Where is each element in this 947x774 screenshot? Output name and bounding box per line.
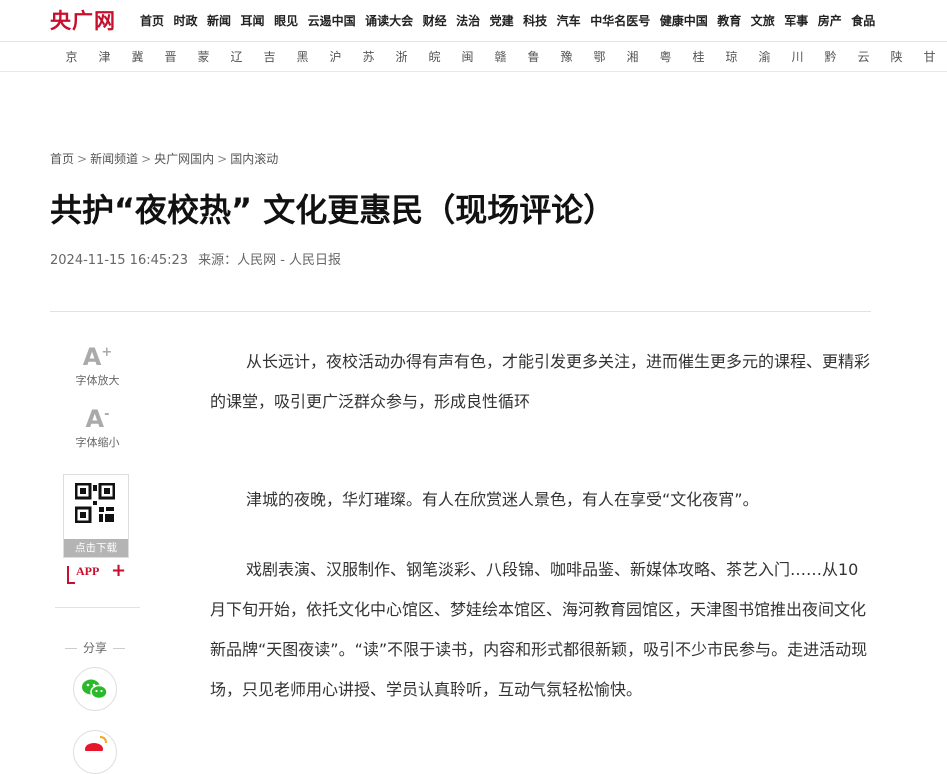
font-decrease-button[interactable]: A- 字体缩小: [55, 402, 140, 450]
province-item[interactable]: 冀: [121, 48, 154, 65]
nav-item[interactable]: 眼见: [274, 12, 298, 29]
province-item[interactable]: 鄂: [583, 48, 616, 65]
top-nav: 央广网 首页 时政 新闻 耳闻 眼见 云逷中国 诵读大会 财经 法治 党建 科技…: [0, 0, 947, 42]
breadcrumb-home[interactable]: 首页: [50, 152, 74, 166]
province-item[interactable]: 赣: [484, 48, 517, 65]
font-increase-button[interactable]: A+ 字体放大: [55, 340, 140, 388]
nav-item[interactable]: 房产: [818, 12, 842, 29]
nav-item[interactable]: 耳闻: [241, 12, 265, 29]
breadcrumb-news[interactable]: 新闻频道: [90, 152, 138, 166]
province-item[interactable]: 黔: [814, 48, 847, 65]
province-item[interactable]: 津: [88, 48, 121, 65]
font-decrease-label: 字体缩小: [75, 436, 120, 449]
app-label: APP: [76, 564, 100, 578]
province-item[interactable]: 渝: [748, 48, 781, 65]
article-paragraph: 从长远计，夜校活动办得有声有色，才能引发更多关注，进而催生更多元的课程、更精彩的…: [210, 352, 871, 411]
site-logo[interactable]: 央广网: [50, 7, 116, 33]
province-item[interactable]: 甘: [913, 48, 946, 65]
nav-item[interactable]: 首页: [140, 12, 164, 29]
qr-caption: 点击下载: [64, 539, 128, 557]
province-item[interactable]: 陕: [880, 48, 913, 65]
side-tools: A+ 字体放大 A- 字体缩小: [55, 340, 140, 450]
breadcrumb-separator: >: [77, 152, 88, 166]
province-item[interactable]: 粤: [649, 48, 682, 65]
province-item[interactable]: 桂: [682, 48, 715, 65]
province-item[interactable]: 湘: [616, 48, 649, 65]
province-item[interactable]: 皖: [418, 48, 451, 65]
nav-item[interactable]: 汽车: [557, 12, 581, 29]
article-paragraph: 津城的夜晚，华灯璀璨。有人在欣赏迷人景色，有人在享受“文化夜宵”。: [246, 490, 759, 509]
nav-item[interactable]: 军事: [784, 12, 808, 29]
province-item[interactable]: 琼: [715, 48, 748, 65]
province-item[interactable]: 闽: [451, 48, 484, 65]
logo-text: 央广网: [50, 8, 116, 33]
nav-item[interactable]: 健康中国: [660, 12, 708, 29]
app-download-qr[interactable]: 点击下载: [63, 474, 129, 558]
breadcrumb-domestic[interactable]: 央广网国内: [154, 152, 214, 166]
province-item[interactable]: 辽: [220, 48, 253, 65]
province-item[interactable]: 京: [55, 48, 88, 65]
nav-item[interactable]: 财经: [423, 12, 447, 29]
main-nav: 首页 时政 新闻 耳闻 眼见 云逷中国 诵读大会 财经 法治 党建 科技 汽车 …: [140, 0, 885, 41]
font-increase-label: 字体放大: [75, 374, 120, 387]
breadcrumb-separator: >: [217, 152, 228, 166]
nav-item[interactable]: 教育: [717, 12, 741, 29]
nav-item[interactable]: 科技: [523, 12, 547, 29]
side-divider: [55, 607, 140, 608]
share-wechat-button[interactable]: [73, 667, 117, 711]
province-item[interactable]: 苏: [352, 48, 385, 65]
share-weibo-button[interactable]: [73, 730, 117, 774]
share-label: 分享: [55, 639, 135, 656]
province-item[interactable]: 沪: [319, 48, 352, 65]
province-item[interactable]: 鲁: [517, 48, 550, 65]
plus-icon: +: [111, 560, 127, 581]
nav-item[interactable]: 时政: [174, 12, 198, 29]
province-nav: 京 津 冀 晋 蒙 辽 吉 黑 沪 苏 浙 皖 闽 赣 鲁 豫 鄂 湘 粤 桂 …: [0, 42, 947, 72]
weibo-icon: [85, 736, 107, 755]
nav-item[interactable]: 诵读大会: [365, 12, 413, 29]
province-item[interactable]: 黑: [286, 48, 319, 65]
province-item[interactable]: 川: [781, 48, 814, 65]
article-datetime: 2024-11-15 16:45:23: [50, 253, 189, 268]
province-item[interactable]: 豫: [550, 48, 583, 65]
article-meta: 2024-11-15 16:45:23 来源：人民网 - 人民日报: [50, 249, 341, 268]
province-item[interactable]: 晋: [154, 48, 187, 65]
nav-item[interactable]: 云逷中国: [308, 12, 356, 29]
app-download-button[interactable]: APP +: [67, 560, 127, 584]
province-item[interactable]: 蒙: [187, 48, 220, 65]
wechat-icon: [82, 679, 108, 700]
breadcrumb-separator: >: [141, 152, 152, 166]
nav-item[interactable]: 法治: [456, 12, 480, 29]
breadcrumb: 首页 > 新闻频道 > 央广网国内 > 国内滚动: [50, 150, 278, 167]
nav-item[interactable]: 中华名医号: [590, 12, 650, 29]
nav-item[interactable]: 新闻: [207, 12, 231, 29]
font-decrease-icon: A-: [85, 405, 110, 433]
province-list: 京 津 冀 晋 蒙 辽 吉 黑 沪 苏 浙 皖 闽 赣 鲁 豫 鄂 湘 粤 桂 …: [55, 42, 946, 71]
nav-item[interactable]: 食品: [851, 12, 875, 29]
article-source: 人民网 - 人民日报: [237, 253, 342, 268]
source-label: 来源：: [198, 253, 238, 268]
province-item[interactable]: 浙: [385, 48, 418, 65]
nav-item[interactable]: 文旅: [751, 12, 775, 29]
article-paragraph: 戏剧表演、汉服制作、钢笔淡彩、八段锦、咖啡品鉴、新媒体攻略、茶艺入门……从10月…: [210, 560, 868, 699]
province-item[interactable]: 云: [847, 48, 880, 65]
province-item[interactable]: 吉: [253, 48, 286, 65]
app-bracket: [67, 566, 75, 584]
breadcrumb-rolling[interactable]: 国内滚动: [230, 152, 278, 166]
nav-item[interactable]: 党建: [490, 12, 514, 29]
font-increase-icon: A+: [82, 343, 113, 371]
qr-code-icon: [75, 483, 115, 523]
article-title: 共护“夜校热” 文化更惠民（现场评论）: [50, 191, 616, 229]
header-divider: [50, 311, 871, 312]
